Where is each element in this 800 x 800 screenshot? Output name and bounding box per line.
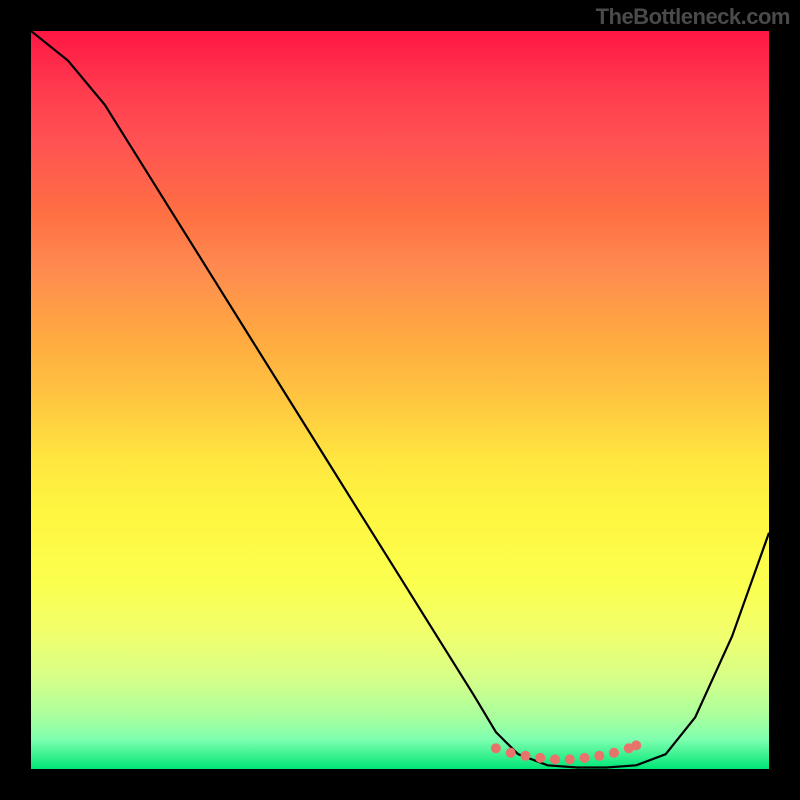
marker-dot	[506, 748, 516, 758]
chart-curve-svg	[31, 31, 769, 769]
chart-plot-area	[31, 31, 769, 769]
bottleneck-curve	[31, 31, 769, 768]
marker-dot	[594, 751, 604, 761]
marker-dot	[609, 748, 619, 758]
watermark-text: TheBottleneck.com	[596, 4, 790, 30]
optimal-range-markers	[491, 740, 641, 764]
marker-dot	[550, 754, 560, 764]
marker-dot	[521, 751, 531, 761]
marker-dot	[580, 753, 590, 763]
marker-dot	[491, 743, 501, 753]
marker-dot	[631, 740, 641, 750]
marker-dot	[535, 753, 545, 763]
marker-dot	[565, 754, 575, 764]
